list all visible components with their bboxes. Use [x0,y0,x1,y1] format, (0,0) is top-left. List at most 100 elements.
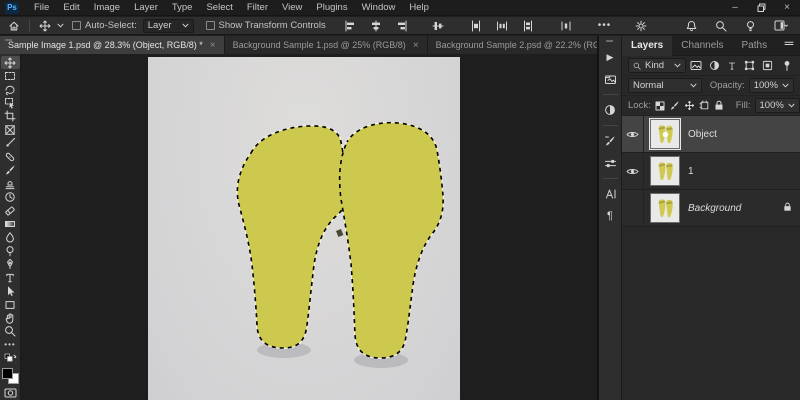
move-tool[interactable] [0,56,20,70]
align-center-horizontal-icon[interactable] [366,18,386,34]
clone-stamp-tool[interactable] [1,177,20,190]
menu-file[interactable]: File [27,0,56,15]
brush-tool[interactable] [1,164,20,177]
tab-channels[interactable]: Channels [672,36,732,56]
zoom-tool[interactable] [1,325,20,338]
search-icon[interactable] [711,18,731,34]
auto-select-checkbox[interactable] [72,21,81,30]
filter-pixel-layers-icon[interactable] [690,58,704,73]
distribute-center-icon[interactable] [492,18,512,34]
blend-mode-dropdown[interactable]: Normal [628,78,702,93]
workspace-gear-icon[interactable] [631,18,651,34]
restore-button[interactable] [748,0,774,15]
lock-position-icon[interactable] [684,98,695,113]
align-left-icon[interactable] [340,18,360,34]
home-icon[interactable] [4,18,24,34]
document-tab-sample-image-1[interactable]: Sample Image 1.psd @ 28.3% (Object, RGB/… [0,36,225,54]
layer-row-background[interactable]: Background [622,189,800,227]
layer-thumbnail[interactable] [650,156,680,186]
close-button[interactable]: × [774,0,800,15]
visibility-toggle[interactable] [622,115,644,153]
align-right-icon[interactable] [392,18,412,34]
filter-kind-dropdown[interactable]: Kind [628,58,686,73]
expand-panels-icon[interactable] [600,36,621,46]
filter-toggle-pin-icon[interactable] [780,58,794,73]
close-tab-icon[interactable]: × [413,40,419,51]
tab-layers[interactable]: Layers [622,35,673,56]
lock-all-icon[interactable] [714,98,724,113]
distribute-spacing-icon[interactable] [556,18,576,34]
more-options-icon[interactable]: ••• [594,18,616,34]
eyedropper-tool[interactable] [1,137,20,150]
layer-thumbnail[interactable] [649,118,681,150]
gradients-panel-icon[interactable] [600,152,621,174]
shape-tool[interactable] [1,298,20,311]
canvas-pasteboard[interactable] [22,54,597,400]
notifications-bell-icon[interactable] [682,18,701,34]
menu-edit[interactable]: Edit [56,0,86,15]
dodge-tool[interactable] [1,244,20,257]
marquee-tool[interactable] [1,69,20,82]
paragraph-panel-icon[interactable]: ¶ [600,205,621,227]
foreground-background-swatches[interactable] [1,368,19,385]
tab-paths[interactable]: Paths [733,36,777,56]
brush-settings-panel-icon[interactable] [600,130,621,152]
libraries-panel-icon[interactable] [600,68,621,90]
pen-tool[interactable] [1,258,20,271]
menu-window[interactable]: Window [355,0,403,15]
lock-transparency-icon[interactable] [655,98,665,113]
adjustments-panel-icon[interactable] [600,99,621,121]
document-canvas[interactable] [148,57,460,400]
filter-shape-layers-icon[interactable] [743,58,757,73]
lock-artboard-icon[interactable] [699,98,710,113]
close-tab-icon[interactable]: × [210,40,216,51]
menu-filter[interactable]: Filter [240,0,275,15]
edit-toolbar-icon[interactable]: ••• [1,338,20,351]
gradient-tool[interactable] [1,217,20,230]
discover-icon[interactable] [741,18,760,34]
workspace-switcher-icon[interactable] [770,18,792,34]
layer-name[interactable]: Object [688,129,717,140]
filter-adjustment-layers-icon[interactable] [707,58,721,73]
menu-select[interactable]: Select [199,0,239,15]
chevron-down-icon[interactable] [55,18,66,34]
quick-mask-icon[interactable] [1,386,20,399]
hand-tool[interactable] [1,311,20,324]
healing-brush-tool[interactable] [1,150,20,163]
show-transform-checkbox[interactable] [205,21,215,30]
menu-type[interactable]: Type [165,0,200,15]
menu-help[interactable]: Help [402,0,436,15]
menu-image[interactable]: Image [87,0,127,15]
opacity-field[interactable]: 100% [748,78,794,93]
distribute-right-icon[interactable] [518,18,538,34]
object-selection-tool[interactable] [1,96,20,109]
fill-field[interactable]: 100% [754,98,800,113]
visibility-toggle[interactable] [622,189,644,227]
layer-row-1[interactable]: 1 [622,152,800,190]
document-tab-background-sample-1[interactable]: Background Sample 1.psd @ 25% (RGB/8) × [224,36,428,54]
menu-layer[interactable]: Layer [127,0,165,15]
visibility-toggle[interactable] [622,152,644,190]
layer-thumbnail[interactable] [650,193,680,223]
lasso-tool[interactable] [1,83,20,96]
foreground-color-swatch[interactable] [1,368,13,380]
default-colors-icon[interactable] [1,352,20,365]
menu-plugins[interactable]: Plugins [309,0,354,15]
type-tool[interactable] [1,271,20,284]
layer-name[interactable]: Background [688,203,741,214]
layer-row-object[interactable]: Object [622,115,800,153]
filter-type-layers-icon[interactable] [725,58,739,73]
minimize-button[interactable]: – [722,0,748,15]
eraser-tool[interactable] [1,204,20,217]
actions-panel-icon[interactable]: ▶ [600,46,621,68]
crop-tool[interactable] [1,110,20,123]
filter-smart-objects-icon[interactable] [761,58,775,73]
move-tool-icon[interactable] [35,18,55,34]
auto-select-target-dropdown[interactable]: Layer [142,18,194,33]
align-vertical-centers-icon[interactable] [428,18,448,34]
character-panel-icon[interactable] [600,183,621,205]
distribute-left-icon[interactable] [466,18,486,34]
frame-tool[interactable] [1,123,20,136]
blur-tool[interactable] [1,231,20,244]
menu-view[interactable]: View [275,0,309,15]
